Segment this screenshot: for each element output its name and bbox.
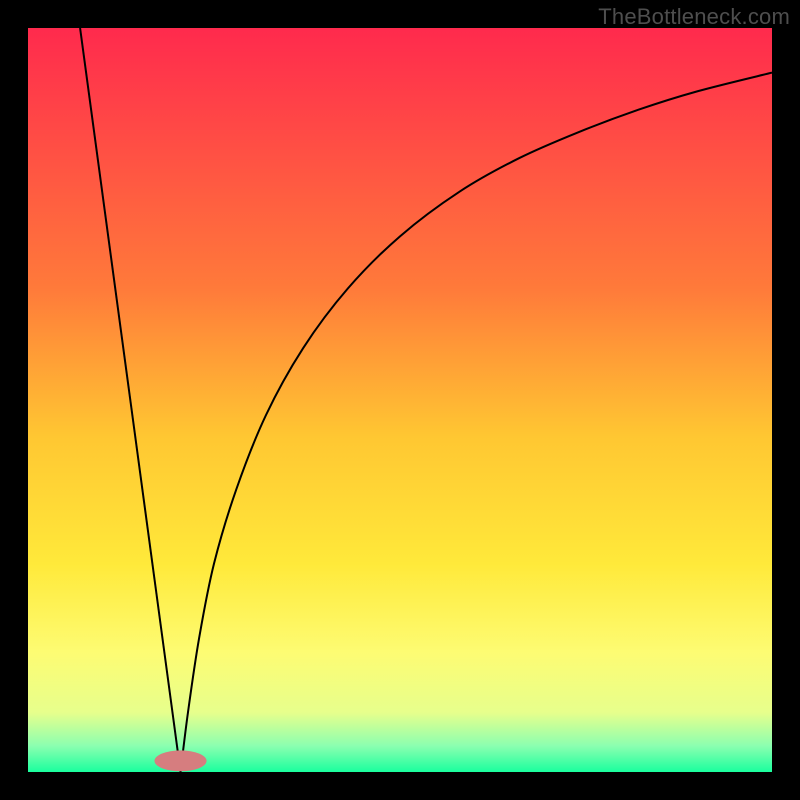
vertex-marker (154, 750, 206, 771)
chart-frame: TheBottleneck.com (0, 0, 800, 800)
chart-svg (28, 28, 772, 772)
plot-area (28, 28, 772, 772)
watermark-text: TheBottleneck.com (598, 4, 790, 30)
gradient-background (28, 28, 772, 772)
